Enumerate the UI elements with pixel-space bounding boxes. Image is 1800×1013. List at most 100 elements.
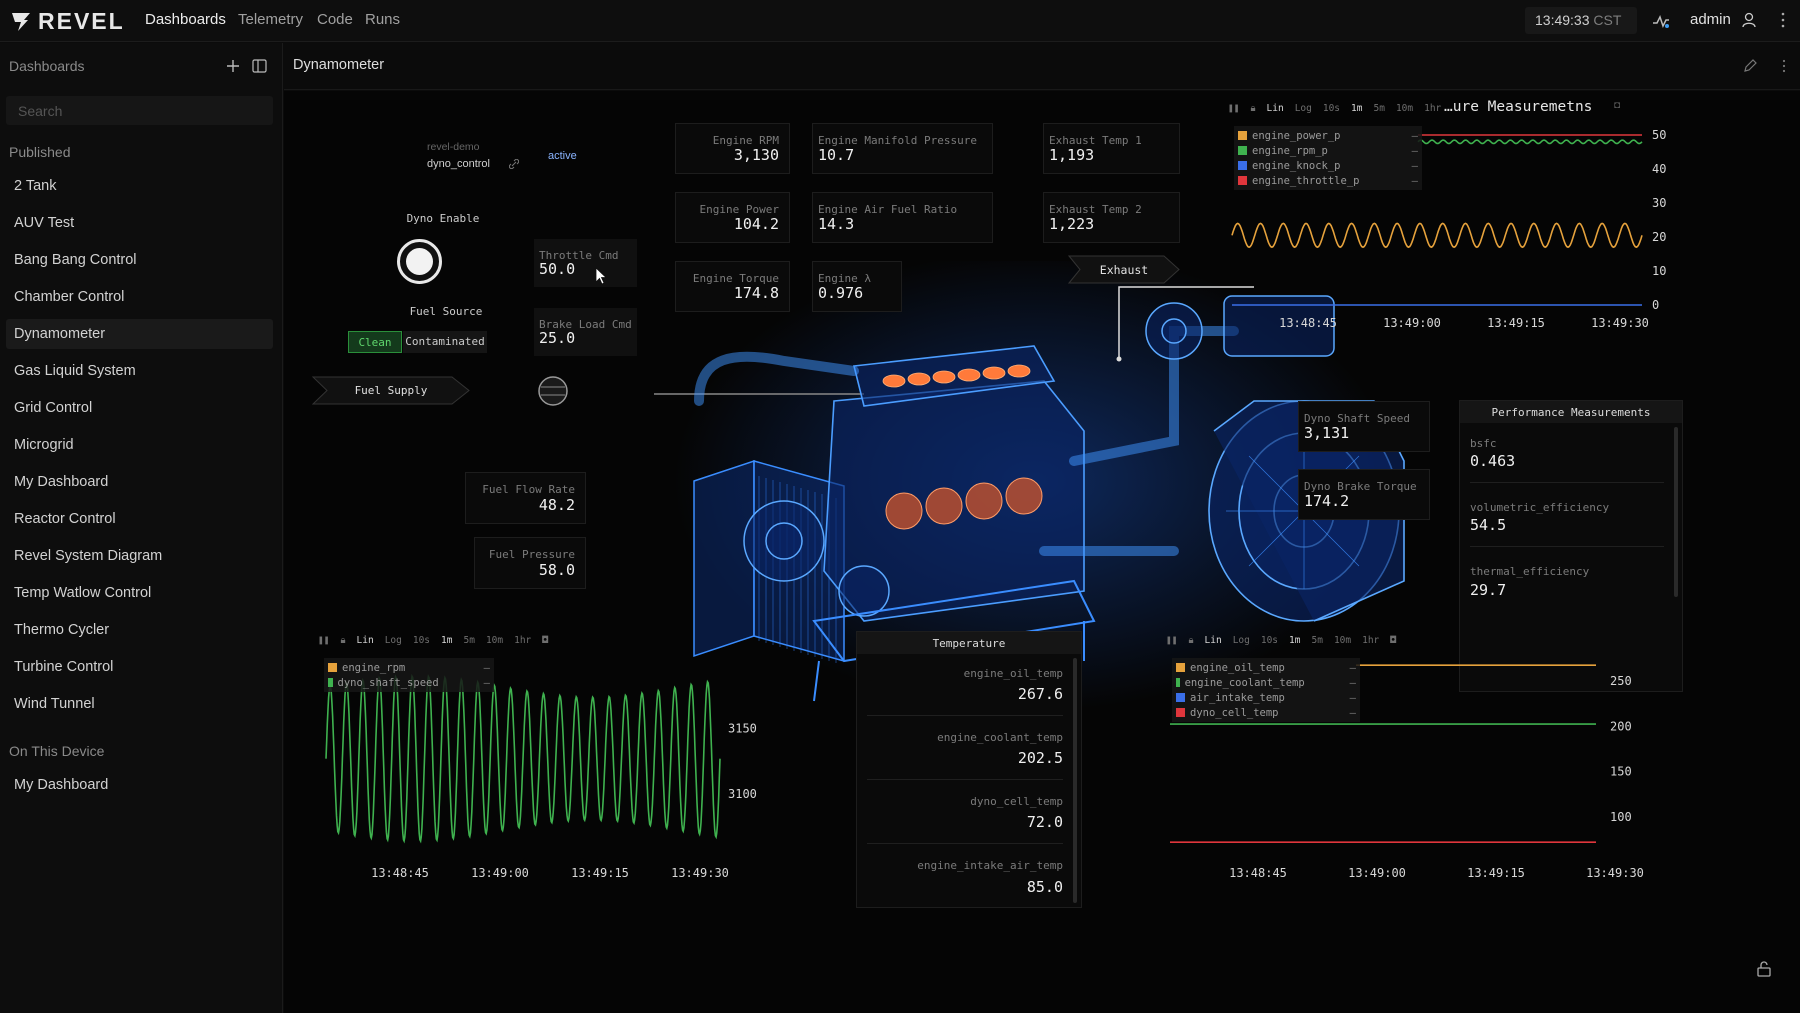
legend-item[interactable]: engine_rpm_p – [1238, 143, 1418, 158]
fuel-valve-icon[interactable] [537, 375, 569, 407]
legend-item[interactable]: dyno_cell_temp – [1176, 705, 1356, 720]
published-heading: Published [9, 144, 71, 160]
range-1m-button[interactable]: 1m [441, 635, 452, 646]
sidebar-item-wind-tunnel[interactable]: Wind Tunnel [6, 689, 273, 719]
legend-item[interactable]: engine_oil_temp – [1176, 660, 1356, 675]
engine-torque-value: 174.8 [733, 284, 779, 302]
sidebar-item-bang-bang-control[interactable]: Bang Bang Control [6, 245, 273, 275]
range-1m-button[interactable]: 1m [1289, 635, 1300, 646]
user-name[interactable]: admin [1690, 11, 1731, 28]
nav-code[interactable]: Code [317, 11, 353, 28]
engine-oil-temp-value: 267.6 [1017, 685, 1063, 703]
sidebar-item-gas-liquid-system[interactable]: Gas Liquid System [6, 356, 273, 386]
manifold-pressure-tile: Engine Manifold Pressure 10.7 [812, 123, 993, 174]
legend-item[interactable]: engine_rpm – [328, 660, 490, 675]
camera-icon[interactable]: ◘ [542, 635, 548, 646]
scale-log-button[interactable]: Log [385, 635, 402, 646]
sidebar-item-auv-test[interactable]: AUV Test [6, 208, 273, 238]
y-tick-label: 250 [1610, 674, 1632, 688]
sidebar-item-chamber-control[interactable]: Chamber Control [6, 282, 273, 312]
connection-status-icon[interactable] [1652, 13, 1670, 29]
revel-logo-icon [12, 13, 30, 31]
legend-item[interactable]: engine_power_p – [1238, 128, 1418, 143]
link-icon[interactable] [509, 159, 519, 169]
scale-log-button[interactable]: Log [1233, 635, 1250, 646]
logo-text: REVEL [38, 7, 125, 34]
rpm-chart-controls: ❚❚ 🔒︎ Lin Log 10s 1m 5m 10m 1hr ◘ [318, 635, 548, 646]
camera-icon[interactable]: ◘ [1614, 100, 1620, 111]
fuel-clean-option[interactable]: Clean [348, 331, 402, 353]
range-10m-button[interactable]: 10m [1396, 103, 1413, 114]
sidebar-item-microgrid[interactable]: Microgrid [6, 430, 273, 460]
fuel-pressure-tile: Fuel Pressure 58.0 [474, 537, 586, 589]
range-10s-button[interactable]: 10s [1323, 103, 1340, 114]
x-tick-label: 13:48:45 [1279, 316, 1337, 330]
pause-icon[interactable]: ❚❚ [1228, 103, 1239, 114]
legend-item[interactable]: engine_knock_p – [1238, 158, 1418, 173]
nav-telemetry[interactable]: Telemetry [238, 11, 303, 28]
engine-rpm-value: 3,130 [733, 146, 779, 164]
sidebar-item-device-my-dashboard[interactable]: My Dashboard [6, 770, 273, 800]
range-1hr-button[interactable]: 1hr [1362, 635, 1379, 646]
range-1hr-button[interactable]: 1hr [514, 635, 531, 646]
legend-item[interactable]: engine_coolant_temp – [1176, 675, 1356, 690]
edit-icon[interactable] [1743, 59, 1757, 73]
scale-lin-button[interactable]: Lin [357, 635, 374, 646]
range-10m-button[interactable]: 10m [1334, 635, 1351, 646]
collapse-sidebar-icon[interactable] [252, 59, 267, 73]
pause-icon[interactable]: ❚❚ [1166, 635, 1177, 646]
lock-icon[interactable]: 🔒︎ [340, 635, 345, 646]
range-1m-button[interactable]: 1m [1351, 103, 1362, 114]
range-5m-button[interactable]: 5m [1311, 635, 1322, 646]
sidebar-item-dynamometer[interactable]: Dynamometer [6, 319, 273, 349]
sidebar-item-2-tank[interactable]: 2 Tank [6, 171, 273, 201]
scale-lin-button[interactable]: Lin [1205, 635, 1222, 646]
dashboard-more-icon[interactable] [1781, 59, 1787, 73]
legend-item[interactable]: dyno_shaft_speed – [328, 675, 490, 690]
camera-icon[interactable]: ◘ [1390, 635, 1396, 646]
sequence-name[interactable]: dyno_control [427, 158, 490, 170]
nav-runs[interactable]: Runs [365, 11, 400, 28]
temperature-scrollbar[interactable] [1073, 658, 1077, 903]
range-5m-button[interactable]: 5m [463, 635, 474, 646]
throttle-cmd-tile[interactable]: Throttle Cmd 50.0 [534, 239, 637, 287]
sidebar-item-thermo-cycler[interactable]: Thermo Cycler [6, 615, 273, 645]
range-10s-button[interactable]: 10s [1261, 635, 1278, 646]
add-dashboard-icon[interactable] [226, 59, 240, 73]
range-1hr-button[interactable]: 1hr [1424, 103, 1441, 114]
performance-scrollbar[interactable] [1674, 427, 1678, 597]
dyno-enable-button[interactable] [397, 239, 442, 284]
x-tick-label: 13:49:30 [1591, 316, 1649, 330]
scale-lin-button[interactable]: Lin [1267, 103, 1284, 114]
nav-dashboards[interactable]: Dashboards [145, 11, 226, 28]
brake-load-cmd-tile[interactable]: Brake Load Cmd 25.0 [534, 308, 637, 356]
range-10m-button[interactable]: 10m [486, 635, 503, 646]
lock-icon[interactable]: 🔒︎ [1250, 103, 1255, 114]
fuel-pressure-value: 58.0 [538, 561, 575, 579]
user-icon[interactable] [1742, 12, 1756, 28]
legend-item[interactable]: engine_throttle_p – [1238, 173, 1418, 188]
search-input[interactable] [6, 96, 273, 125]
fuel-contaminated-option[interactable]: Contaminated [403, 331, 487, 353]
sidebar-item-revel-system-diagram[interactable]: Revel System Diagram [6, 541, 273, 571]
sidebar-item-temp-watlow-control[interactable]: Temp Watlow Control [6, 578, 273, 608]
x-tick-label: 13:48:45 [371, 866, 429, 880]
volumetric-efficiency-label: volumetric_efficiency [1470, 501, 1610, 514]
list-item: engine_intake_air_temp 85.0 [867, 850, 1063, 908]
sidebar-item-grid-control[interactable]: Grid Control [6, 393, 273, 423]
x-tick-label: 13:49:00 [1383, 316, 1441, 330]
y-tick-label: 3100 [728, 787, 757, 801]
legend-item[interactable]: air_intake_temp – [1176, 690, 1356, 705]
scale-log-button[interactable]: Log [1295, 103, 1312, 114]
sidebar-item-reactor-control[interactable]: Reactor Control [6, 504, 273, 534]
unlock-icon[interactable] [1756, 961, 1772, 977]
revel-logo[interactable]: REVEL [10, 8, 125, 34]
sidebar-item-my-dashboard[interactable]: My Dashboard [6, 467, 273, 497]
sidebar-item-turbine-control[interactable]: Turbine Control [6, 652, 273, 682]
series-line-engine-power-p [1231, 222, 1643, 249]
range-10s-button[interactable]: 10s [413, 635, 430, 646]
pause-icon[interactable]: ❚❚ [318, 635, 329, 646]
more-menu-icon[interactable] [1780, 12, 1786, 28]
range-5m-button[interactable]: 5m [1373, 103, 1384, 114]
lock-icon[interactable]: 🔒︎ [1188, 635, 1193, 646]
